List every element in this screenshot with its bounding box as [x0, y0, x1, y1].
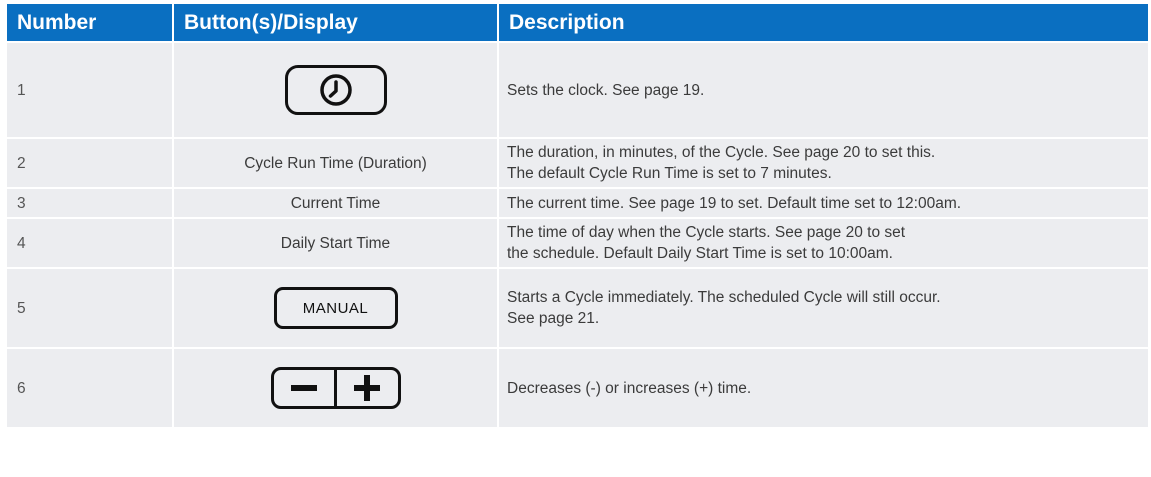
header-number: Number	[7, 4, 174, 41]
row-number: 4	[7, 217, 174, 267]
row-display: Daily Start Time	[174, 217, 499, 267]
row-description: Sets the clock. See page 19.	[499, 41, 1148, 137]
table-row: 2 Cycle Run Time (Duration) The duration…	[7, 137, 1148, 187]
description-line: The time of day when the Cycle starts. S…	[507, 224, 906, 241]
table-row: 3 Current Time The current time. See pag…	[7, 187, 1148, 217]
description-line: Starts a Cycle immediately. The schedule…	[507, 289, 941, 306]
row-number: 1	[7, 41, 174, 137]
display-label: Current Time	[290, 194, 381, 212]
table-row: 1 Sets the clock. See page 19.	[7, 41, 1148, 137]
buttons-display-table: Number Button(s)/Display Description 1 S…	[7, 4, 1148, 427]
row-description: The current time. See page 19 to set. De…	[499, 187, 1148, 217]
clock-button	[284, 65, 387, 115]
header-description: Description	[499, 4, 1148, 41]
row-number: 3	[7, 187, 174, 217]
row-number: 6	[7, 347, 174, 427]
row-description: Decreases (-) or increases (+) time.	[499, 347, 1148, 427]
row-number: 5	[7, 267, 174, 347]
row-display: MANUAL	[174, 267, 499, 347]
row-number: 2	[7, 137, 174, 187]
display-label: Cycle Run Time (Duration)	[244, 154, 427, 172]
description-line: Decreases (-) or increases (+) time.	[507, 379, 752, 397]
row-display	[174, 347, 499, 427]
row-display: Cycle Run Time (Duration)	[174, 137, 499, 187]
description-line: See page 21.	[507, 310, 600, 327]
description-line: Sets the clock. See page 19.	[507, 81, 705, 99]
clock-icon	[319, 74, 352, 106]
manual-button: MANUAL	[273, 287, 398, 329]
description-line: The current time. See page 19 to set. De…	[507, 194, 962, 212]
minus-plus-button	[270, 367, 401, 409]
row-display: Current Time	[174, 187, 499, 217]
description-line: The duration, in minutes, of the Cycle. …	[507, 144, 936, 161]
table-row: 6 Decreases (-) or increases (+) time.	[7, 347, 1148, 427]
row-description: Starts a Cycle immediately. The schedule…	[499, 267, 1148, 347]
description-line: The default Cycle Run Time is set to 7 m…	[507, 165, 832, 182]
row-description: The time of day when the Cycle starts. S…	[499, 217, 1148, 267]
header-buttons-display: Button(s)/Display	[174, 4, 499, 41]
table-header-row: Number Button(s)/Display Description	[7, 4, 1148, 41]
display-label: Daily Start Time	[280, 234, 391, 252]
table-row: 5 MANUAL Starts a Cycle immediately. The…	[7, 267, 1148, 347]
plus-icon	[337, 370, 398, 406]
minus-icon	[274, 370, 335, 406]
table-row: 4 Daily Start Time The time of day when …	[7, 217, 1148, 267]
row-display	[174, 41, 499, 137]
description-line: the schedule. Default Daily Start Time i…	[507, 245, 893, 262]
row-description: The duration, in minutes, of the Cycle. …	[499, 137, 1148, 187]
